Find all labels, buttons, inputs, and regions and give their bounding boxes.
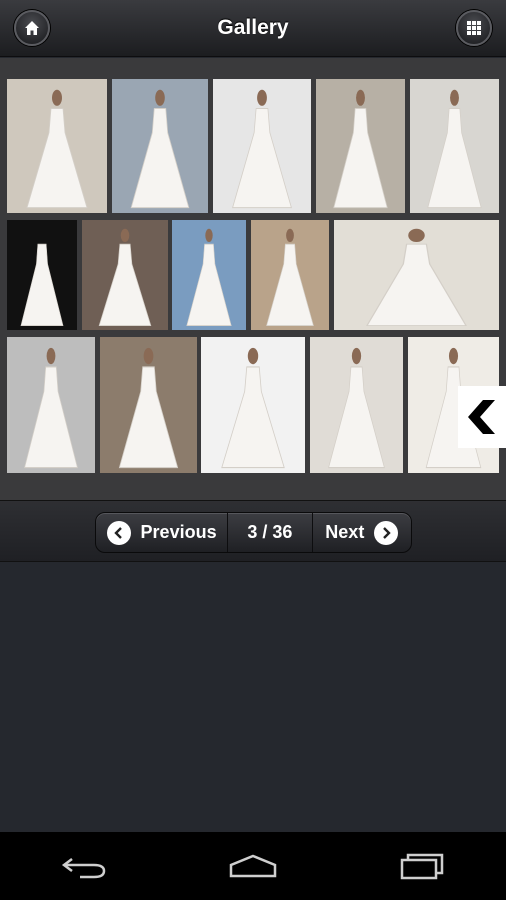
thumbnail-9[interactable] (251, 220, 329, 330)
dress-image (333, 89, 388, 209)
dress-image (427, 89, 482, 209)
grid-view-button[interactable] (456, 10, 492, 46)
thumbnail-7[interactable] (82, 220, 168, 330)
thumbnail-8[interactable] (172, 220, 246, 330)
previous-button[interactable]: Previous (96, 513, 229, 552)
dress-image (118, 347, 179, 469)
grid-icon (467, 21, 481, 35)
dress-image (232, 89, 292, 209)
dress-image (98, 228, 152, 327)
thumbnail-13[interactable] (201, 337, 305, 473)
next-button[interactable]: Next (313, 513, 411, 552)
back-icon[interactable] (58, 850, 110, 882)
dress-image (20, 243, 64, 327)
dress-image (366, 228, 467, 327)
dress-image (221, 347, 285, 469)
chevron-left-circle-icon (106, 520, 131, 545)
previous-label: Previous (140, 522, 217, 542)
gallery-grid (0, 58, 506, 500)
page-indicator: 3 / 36 (228, 513, 313, 552)
thumbnail-11[interactable] (7, 337, 95, 473)
next-label: Next (325, 522, 365, 542)
chevron-left-icon (468, 400, 495, 434)
thumbnail-4[interactable] (316, 79, 405, 213)
thumbnail-12[interactable] (100, 337, 197, 473)
chevron-right-circle-icon (374, 520, 399, 545)
side-panel-tab[interactable] (458, 386, 506, 448)
home-outline-icon[interactable] (227, 850, 279, 882)
dress-image (24, 347, 78, 469)
dress-image (26, 89, 88, 209)
recent-apps-icon[interactable] (396, 850, 448, 882)
screen: Gallery Previous 3 / 36 Next (0, 0, 506, 900)
dress-image (266, 228, 314, 327)
pagination-bar: Previous 3 / 36 Next (0, 500, 506, 562)
thumbnail-3[interactable] (213, 79, 311, 213)
header-bar: Gallery (0, 0, 506, 57)
page-title: Gallery (217, 16, 289, 39)
pagination-control: Previous 3 / 36 Next (95, 512, 412, 553)
dress-image (186, 228, 232, 327)
thumbnail-5[interactable] (410, 79, 499, 213)
thumbnail-14[interactable] (310, 337, 403, 473)
thumbnail-2[interactable] (112, 79, 208, 213)
thumbnail-1[interactable] (7, 79, 107, 213)
system-nav-bar (0, 832, 506, 900)
dress-image (130, 89, 190, 209)
dress-image (328, 347, 385, 469)
thumbnail-10[interactable] (334, 220, 499, 330)
thumbnail-6[interactable] (7, 220, 77, 330)
